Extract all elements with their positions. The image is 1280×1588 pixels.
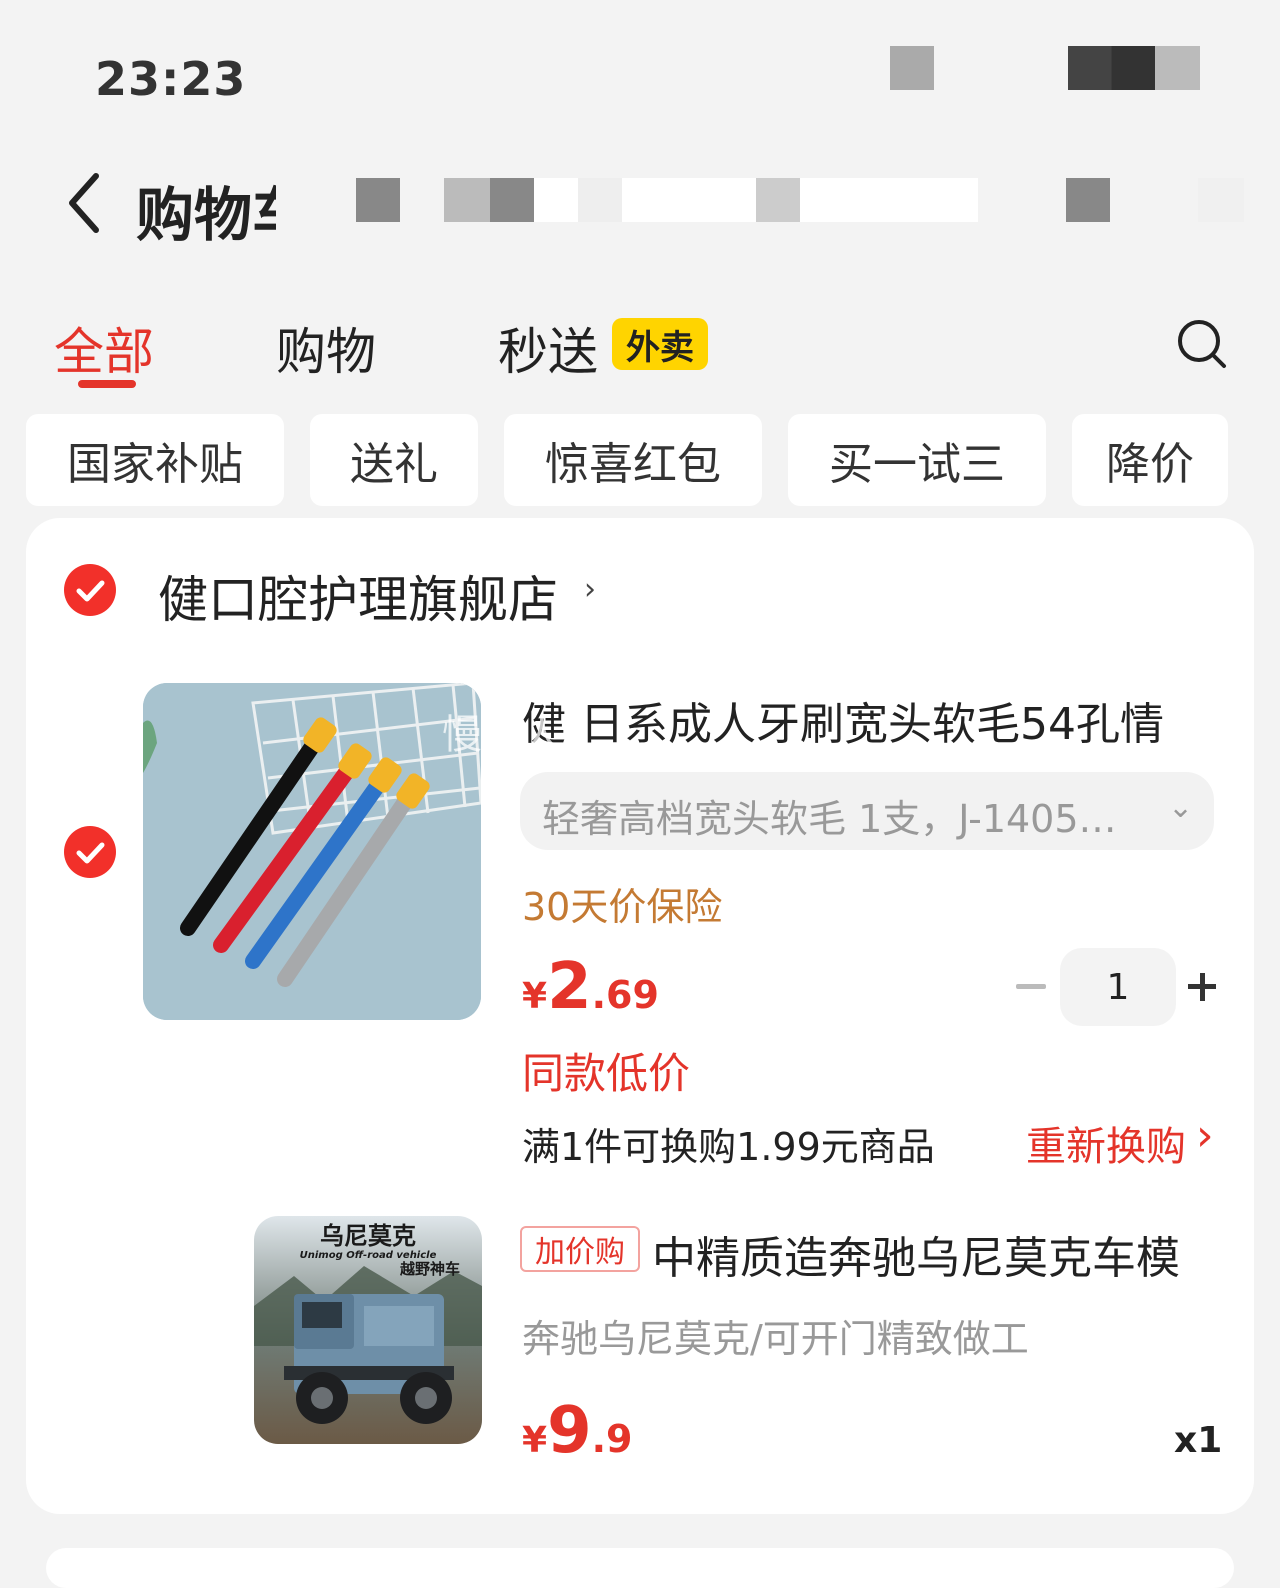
filter-gift[interactable]: 送礼	[310, 414, 478, 506]
quantity-decrease-button[interactable]	[1016, 984, 1046, 989]
header-blurred-region	[356, 178, 1244, 222]
page-title: 购物车	[136, 181, 276, 249]
toothbrush-product-image[interactable]	[143, 683, 481, 1020]
takeout-badge: 外卖	[612, 318, 708, 370]
addon-price: ¥9.9	[522, 1394, 633, 1468]
reswap-button[interactable]: 重新换购	[1026, 1114, 1186, 1172]
filter-price-drop[interactable]: 降价	[1072, 414, 1228, 506]
sku-selector-text: 轻奢高档宽头软毛 1支，J-1405…	[542, 797, 1117, 841]
checkmark-icon	[76, 580, 105, 602]
tab-all[interactable]: 全部	[54, 312, 154, 384]
chevron-right-icon[interactable]: ›	[584, 572, 596, 607]
truck-model-product-image[interactable]: 乌尼莫克 Unimog Off-road vehicle 越野神车	[254, 1216, 482, 1444]
back-arrow-icon[interactable]	[62, 168, 112, 238]
store-name[interactable]: 健口腔护理旗舰店	[158, 560, 558, 632]
tab-shopping[interactable]: 购物	[276, 312, 376, 384]
search-icon[interactable]	[1176, 318, 1228, 370]
filter-buy-one-try-three[interactable]: 买一试三	[788, 414, 1046, 506]
status-time: 23:23	[95, 52, 247, 106]
image-watermark: 慢星人	[442, 712, 562, 758]
image-text-tag: 越野神车	[399, 1260, 460, 1278]
product-title[interactable]: 健 日系成人牙刷宽头软毛54孔情	[522, 688, 1164, 752]
product-price: ¥2.69	[522, 950, 659, 1024]
next-store-card	[46, 1548, 1234, 1588]
status-icon-blurred	[890, 46, 934, 90]
store-checkbox[interactable]	[64, 564, 116, 616]
chevron-down-icon: ⌄	[1168, 790, 1194, 825]
checkmark-icon	[76, 842, 105, 864]
filter-national-subsidy[interactable]: 国家补贴	[26, 414, 284, 506]
price-insurance-label: 30天价保险	[522, 885, 723, 929]
item-checkbox[interactable]	[64, 826, 116, 878]
same-item-low-price-label: 同款低价	[522, 1049, 691, 1098]
tab-instant-delivery[interactable]: 秒送	[498, 312, 598, 384]
tab-active-indicator	[78, 380, 136, 388]
filter-surprise-red-packet[interactable]: 惊喜红包	[504, 414, 762, 506]
swap-offer-note: 满1件可换购1.99元商品	[522, 1125, 935, 1169]
plus-icon	[1199, 973, 1205, 1001]
battery-icon-blurred	[1068, 46, 1200, 90]
quantity-input[interactable]: 1	[1060, 948, 1176, 1026]
addon-product-subtitle: 奔驰乌尼莫克/可开门精致做工	[522, 1317, 1029, 1361]
addon-quantity: x1	[1174, 1420, 1223, 1461]
addon-product-title[interactable]: 中精质造奔驰乌尼莫克车模	[652, 1222, 1180, 1286]
add-on-purchase-tag: 加价购	[520, 1226, 640, 1272]
image-text-title: 乌尼莫克	[320, 1222, 416, 1250]
chevron-right-icon[interactable]: ›	[1196, 1110, 1214, 1161]
